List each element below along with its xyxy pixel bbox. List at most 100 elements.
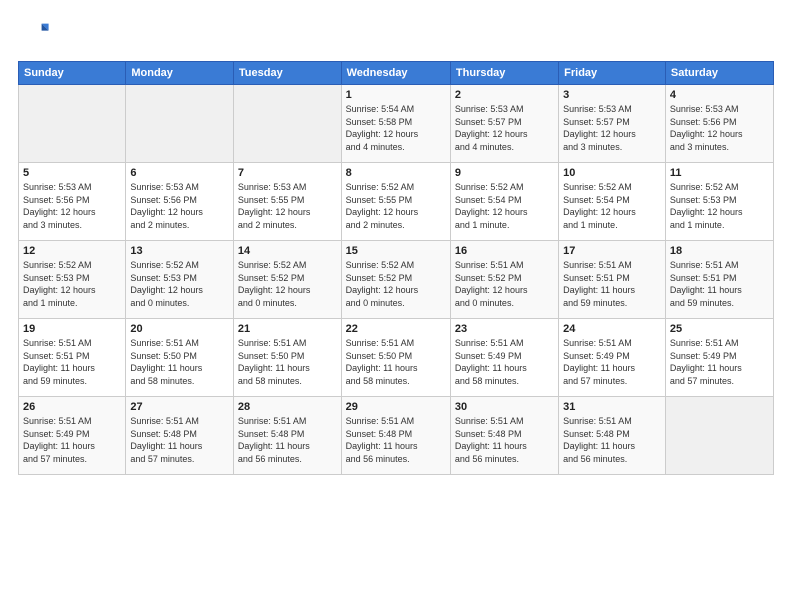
day-detail: Sunrise: 5:52 AM Sunset: 5:53 PM Dayligh… xyxy=(23,259,121,309)
calendar-cell: 8Sunrise: 5:52 AM Sunset: 5:55 PM Daylig… xyxy=(341,163,450,241)
day-number: 19 xyxy=(23,323,121,335)
header-day-tuesday: Tuesday xyxy=(233,62,341,85)
day-number: 26 xyxy=(23,401,121,413)
day-detail: Sunrise: 5:53 AM Sunset: 5:56 PM Dayligh… xyxy=(670,103,769,153)
day-number: 7 xyxy=(238,167,337,179)
day-number: 14 xyxy=(238,245,337,257)
day-number: 17 xyxy=(563,245,661,257)
calendar-cell: 7 Sunrise: 5:53 AM Sunset: 5:55 PM Daylig… xyxy=(233,163,341,241)
calendar-cell: 3 Sunrise: 5:53 AM Sunset: 5:57 PM Daylig… xyxy=(559,85,666,163)
day-detail: Sunrise: 5:51 AM Sunset: 5:50 PM Dayligh… xyxy=(130,337,229,387)
day-number: 22 xyxy=(346,323,446,335)
day-detail: Sunrise: 5:54 AM Sunset: 5:58 PM Dayligh… xyxy=(346,103,446,153)
day-detail: Sunrise: 5:51 AM Sunset: 5:52 PM Dayligh… xyxy=(455,259,554,309)
calendar-table: SundayMondayTuesdayWednesdayThursdayFrid… xyxy=(18,61,774,475)
calendar-cell: 26 Sunrise: 5:51 AM Sunset: 5:49 PM Dayli… xyxy=(19,397,126,475)
day-detail: Sunrise: 5:51 AM Sunset: 5:51 PM Dayligh… xyxy=(23,337,121,387)
week-row-0: 1Sunrise: 5:54 AM Sunset: 5:58 PM Daylig… xyxy=(19,85,774,163)
header-day-thursday: Thursday xyxy=(450,62,558,85)
day-number: 9 xyxy=(455,167,554,179)
day-number: 24 xyxy=(563,323,661,335)
day-detail: Sunrise: 5:53 AM Sunset: 5:56 PM Dayligh… xyxy=(23,181,121,231)
calendar-cell: 30 Sunrise: 5:51 AM Sunset: 5:48 PM Dayli… xyxy=(450,397,558,475)
day-detail: Sunrise: 5:52 AM Sunset: 5:54 PM Dayligh… xyxy=(563,181,661,231)
day-number: 30 xyxy=(455,401,554,413)
day-number: 13 xyxy=(130,245,229,257)
header-day-monday: Monday xyxy=(126,62,234,85)
calendar-cell: 15 Sunrise: 5:52 AM Sunset: 5:52 PM Dayli… xyxy=(341,241,450,319)
header-day-sunday: Sunday xyxy=(19,62,126,85)
calendar-cell: 20 Sunrise: 5:51 AM Sunset: 5:50 PM Dayli… xyxy=(126,319,234,397)
calendar-cell: 17Sunrise: 5:51 AM Sunset: 5:51 PM Dayli… xyxy=(559,241,666,319)
calendar-cell: 2Sunrise: 5:53 AM Sunset: 5:57 PM Daylig… xyxy=(450,85,558,163)
day-detail: Sunrise: 5:51 AM Sunset: 5:49 PM Dayligh… xyxy=(670,337,769,387)
calendar-cell: 6 Sunrise: 5:53 AM Sunset: 5:56 PM Daylig… xyxy=(126,163,234,241)
day-detail: Sunrise: 5:52 AM Sunset: 5:54 PM Dayligh… xyxy=(455,181,554,231)
day-number: 4 xyxy=(670,89,769,101)
day-detail: Sunrise: 5:52 AM Sunset: 5:53 PM Dayligh… xyxy=(670,181,769,231)
day-number: 15 xyxy=(346,245,446,257)
calendar-cell: 18 Sunrise: 5:51 AM Sunset: 5:51 PM Dayli… xyxy=(665,241,773,319)
day-number: 11 xyxy=(670,167,769,179)
calendar-cell: 28 Sunrise: 5:51 AM Sunset: 5:48 PM Dayli… xyxy=(233,397,341,475)
day-detail: Sunrise: 5:53 AM Sunset: 5:56 PM Dayligh… xyxy=(130,181,229,231)
day-number: 2 xyxy=(455,89,554,101)
day-detail: Sunrise: 5:51 AM Sunset: 5:51 PM Dayligh… xyxy=(670,259,769,309)
calendar-cell: 1Sunrise: 5:54 AM Sunset: 5:58 PM Daylig… xyxy=(341,85,450,163)
logo-icon xyxy=(22,18,50,46)
day-detail: Sunrise: 5:52 AM Sunset: 5:52 PM Dayligh… xyxy=(346,259,446,309)
calendar-cell: 29Sunrise: 5:51 AM Sunset: 5:48 PM Dayli… xyxy=(341,397,450,475)
day-detail: Sunrise: 5:51 AM Sunset: 5:48 PM Dayligh… xyxy=(130,415,229,465)
calendar-cell: 16 Sunrise: 5:51 AM Sunset: 5:52 PM Dayli… xyxy=(450,241,558,319)
header-day-wednesday: Wednesday xyxy=(341,62,450,85)
day-number: 21 xyxy=(238,323,337,335)
calendar-cell: 19 Sunrise: 5:51 AM Sunset: 5:51 PM Dayli… xyxy=(19,319,126,397)
day-number: 18 xyxy=(670,245,769,257)
day-detail: Sunrise: 5:51 AM Sunset: 5:50 PM Dayligh… xyxy=(238,337,337,387)
day-detail: Sunrise: 5:52 AM Sunset: 5:53 PM Dayligh… xyxy=(130,259,229,309)
day-number: 12 xyxy=(23,245,121,257)
day-detail: Sunrise: 5:52 AM Sunset: 5:52 PM Dayligh… xyxy=(238,259,337,309)
week-row-3: 19 Sunrise: 5:51 AM Sunset: 5:51 PM Dayli… xyxy=(19,319,774,397)
day-detail: Sunrise: 5:51 AM Sunset: 5:49 PM Dayligh… xyxy=(455,337,554,387)
calendar-cell: 24 Sunrise: 5:51 AM Sunset: 5:49 PM Dayli… xyxy=(559,319,666,397)
week-row-4: 26 Sunrise: 5:51 AM Sunset: 5:49 PM Dayli… xyxy=(19,397,774,475)
day-number: 29 xyxy=(346,401,446,413)
day-detail: Sunrise: 5:51 AM Sunset: 5:48 PM Dayligh… xyxy=(455,415,554,465)
day-detail: Sunrise: 5:53 AM Sunset: 5:57 PM Dayligh… xyxy=(563,103,661,153)
day-number: 16 xyxy=(455,245,554,257)
day-number: 25 xyxy=(670,323,769,335)
calendar-cell xyxy=(126,85,234,163)
calendar-cell: 31Sunrise: 5:51 AM Sunset: 5:48 PM Dayli… xyxy=(559,397,666,475)
calendar-cell: 23Sunrise: 5:51 AM Sunset: 5:49 PM Dayli… xyxy=(450,319,558,397)
calendar-cell: 11 Sunrise: 5:52 AM Sunset: 5:53 PM Dayli… xyxy=(665,163,773,241)
day-number: 27 xyxy=(130,401,229,413)
day-number: 10 xyxy=(563,167,661,179)
day-detail: Sunrise: 5:51 AM Sunset: 5:49 PM Dayligh… xyxy=(563,337,661,387)
calendar-cell: 9 Sunrise: 5:52 AM Sunset: 5:54 PM Daylig… xyxy=(450,163,558,241)
day-detail: Sunrise: 5:51 AM Sunset: 5:49 PM Dayligh… xyxy=(23,415,121,465)
day-number: 5 xyxy=(23,167,121,179)
calendar-cell: 21 Sunrise: 5:51 AM Sunset: 5:50 PM Dayli… xyxy=(233,319,341,397)
calendar-cell xyxy=(233,85,341,163)
calendar-cell: 4 Sunrise: 5:53 AM Sunset: 5:56 PM Daylig… xyxy=(665,85,773,163)
day-detail: Sunrise: 5:51 AM Sunset: 5:48 PM Dayligh… xyxy=(563,415,661,465)
day-number: 6 xyxy=(130,167,229,179)
calendar-header: SundayMondayTuesdayWednesdayThursdayFrid… xyxy=(19,62,774,85)
calendar-cell: 5 Sunrise: 5:53 AM Sunset: 5:56 PM Daylig… xyxy=(19,163,126,241)
day-detail: Sunrise: 5:53 AM Sunset: 5:55 PM Dayligh… xyxy=(238,181,337,231)
day-detail: Sunrise: 5:51 AM Sunset: 5:50 PM Dayligh… xyxy=(346,337,446,387)
calendar-cell: 25 Sunrise: 5:51 AM Sunset: 5:49 PM Dayli… xyxy=(665,319,773,397)
calendar-cell: 14 Sunrise: 5:52 AM Sunset: 5:52 PM Dayli… xyxy=(233,241,341,319)
day-number: 28 xyxy=(238,401,337,413)
day-detail: Sunrise: 5:52 AM Sunset: 5:55 PM Dayligh… xyxy=(346,181,446,231)
logo xyxy=(18,18,50,51)
day-number: 3 xyxy=(563,89,661,101)
calendar-cell: 27 Sunrise: 5:51 AM Sunset: 5:48 PM Dayli… xyxy=(126,397,234,475)
day-number: 20 xyxy=(130,323,229,335)
page: SundayMondayTuesdayWednesdayThursdayFrid… xyxy=(0,0,792,612)
day-detail: Sunrise: 5:51 AM Sunset: 5:48 PM Dayligh… xyxy=(238,415,337,465)
calendar-cell xyxy=(19,85,126,163)
week-row-2: 12 Sunrise: 5:52 AM Sunset: 5:53 PM Dayli… xyxy=(19,241,774,319)
header xyxy=(18,18,774,51)
